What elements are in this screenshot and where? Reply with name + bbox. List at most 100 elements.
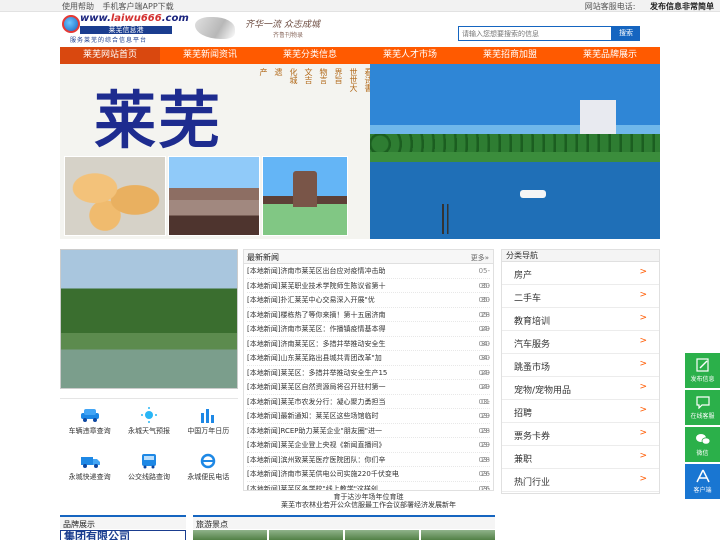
news-heading: 最新新闻 bbox=[247, 253, 279, 262]
scenic-thumb[interactable] bbox=[269, 530, 343, 540]
chevron-right-icon: > bbox=[639, 313, 647, 323]
post-info-button[interactable]: 发布信息 bbox=[685, 353, 720, 388]
search-input[interactable] bbox=[458, 26, 612, 41]
lake-photo bbox=[370, 64, 660, 239]
news-item[interactable]: [本地新闻] 济南市莱芜供电公司实施220千伏变电 03-26 bbox=[247, 467, 490, 490]
news-item[interactable]: [本地新闻] 莱芜企业登上央视《新闻直播间》 03-28 bbox=[247, 438, 490, 464]
help-link[interactable]: 使用帮助 bbox=[62, 2, 94, 11]
news-item[interactable]: [本地新闻] 莱芜职业技术学院师生陈议省第十 05-30 bbox=[247, 279, 490, 304]
chevron-right-icon: > bbox=[639, 336, 647, 346]
news-item[interactable]: [本地新闻] 济南市莱芜区出台应对疫情冲击助 05-30 bbox=[247, 264, 490, 290]
floating-toolbar: 发布信息 在线客服 微信 客户端 bbox=[685, 353, 720, 501]
notice-text: 育于达沙年场年位育琏 莱芜市农林业若开公众信服最工作会议部署经济发展新年 bbox=[281, 493, 456, 509]
scenic-thumb[interactable] bbox=[193, 530, 267, 540]
chevron-right-icon: > bbox=[639, 290, 647, 300]
news-more-link[interactable]: 更多» bbox=[471, 253, 489, 263]
news-item[interactable]: [本地新闻] 莱芜区自然资源局将召开驻村第一 04-01 bbox=[247, 380, 490, 406]
chevron-right-icon: > bbox=[639, 267, 647, 277]
news-item[interactable]: [本地新闻] 最新通知：莱芜区这些场馆临时 03-28 bbox=[247, 409, 490, 435]
scenic-heading: 旅游景点 bbox=[193, 517, 495, 529]
news-item[interactable]: [本地新闻] 扑汇莱芜中心交易深入开展"优 05-28 bbox=[247, 293, 490, 319]
service-phone[interactable]: 永城便民电话 bbox=[179, 445, 238, 491]
pancake-photo bbox=[64, 156, 166, 236]
service-bus[interactable]: 公交线路查询 bbox=[119, 445, 178, 491]
brand-heading: 品牌展示 bbox=[60, 517, 186, 529]
news-item[interactable]: [本地新闻] 济南市莱芜区：作播镇疫情基本得 04-30 bbox=[247, 322, 490, 348]
chevron-right-icon: > bbox=[639, 359, 647, 369]
nav-home[interactable]: 莱芜网站首页 bbox=[60, 47, 160, 64]
chevron-right-icon: > bbox=[639, 474, 647, 484]
nav-jobs[interactable]: 莱芜人才市场 bbox=[360, 47, 460, 64]
scenic-thumbnails bbox=[193, 530, 495, 540]
chevron-right-icon: > bbox=[639, 451, 647, 461]
category-car-service[interactable]: 汽车服务 > bbox=[502, 331, 659, 354]
logo-url: www.laiwu666.com bbox=[80, 13, 189, 24]
nav-franchise[interactable]: 莱芜招商加盟 bbox=[460, 47, 560, 64]
news-item[interactable]: [本地新闻] 滨州致莱芜医疗医院团队：你们辛 03-26 bbox=[247, 453, 490, 478]
service-grid: 车辆违章查询 永城天气预报 中国万年日历 永城快递查询 公交线路查询 永城便民电… bbox=[60, 398, 238, 490]
site-logo[interactable]: www.laiwu666.com 莱芜信息港 服务莱芜的综合信息平台 bbox=[62, 13, 189, 44]
category-pets[interactable]: 宠物/宠物用品 > bbox=[502, 377, 659, 400]
news-item[interactable]: [本地新闻] 楼栋热了等你来摘！第十五届济南 05-29 bbox=[247, 308, 490, 333]
category-part-time[interactable]: 兼职 > bbox=[502, 446, 659, 469]
globe-icon bbox=[62, 15, 80, 33]
chevron-right-icon: > bbox=[639, 382, 647, 392]
top-bar: 使用帮助 手机客户端APP下载 网站客服电话: 发布信息非常简单 bbox=[0, 0, 720, 12]
wechat-icon bbox=[695, 434, 710, 445]
scenic-thumb[interactable] bbox=[345, 530, 419, 540]
nav-classifieds[interactable]: 莱芜分类信息 bbox=[260, 47, 360, 64]
brand-section: 品牌展示 集团有限公司 bbox=[60, 515, 186, 540]
brush-stroke bbox=[195, 17, 235, 39]
service-delivery[interactable]: 永城快递查询 bbox=[60, 445, 119, 491]
post-info-link[interactable]: 发布信息非常简单 bbox=[650, 2, 714, 11]
edit-icon bbox=[695, 358, 709, 372]
nav-brands[interactable]: 莱芜品牌展示 bbox=[560, 47, 660, 64]
delivery-truck-icon bbox=[80, 456, 100, 468]
wechat-button[interactable]: 微信 bbox=[685, 427, 720, 462]
category-house[interactable]: 房产 > bbox=[502, 262, 659, 285]
news-header: 最新新闻 更多» bbox=[244, 250, 493, 264]
news-item[interactable]: [本地新闻] 山东莱芜路出县城共青团改革"加 04-29 bbox=[247, 351, 490, 377]
category-recruit[interactable]: 招聘 > bbox=[502, 400, 659, 423]
news-item[interactable]: [本地新闻] 莱芜市农发分行：凝心聚力勇担当 03-29 bbox=[247, 395, 490, 420]
calligraphy-line1: 齐华一流 众志成城 bbox=[245, 20, 320, 30]
news-item[interactable]: [本地新闻] 莱芜区：多措并举推动安全生产15 04-29 bbox=[247, 366, 490, 391]
scenic-thumb[interactable] bbox=[421, 530, 495, 540]
category-heading: 分类导航 bbox=[502, 250, 659, 262]
weather-icon bbox=[140, 407, 157, 424]
news-item[interactable]: [本地新闻] 济南莱芜区：多措并举推动安全生 04-30 bbox=[247, 337, 490, 362]
brand-banner[interactable]: 集团有限公司 bbox=[60, 530, 186, 540]
category-used-car[interactable]: 二手车 > bbox=[502, 285, 659, 308]
scenic-section: 旅游景点 bbox=[193, 515, 495, 540]
app-client-button[interactable]: 客户端 bbox=[685, 464, 720, 499]
hero-banner[interactable]: 莱芜 看诗書 世世大 界旨 物言 文吉 化城 遗 产 bbox=[60, 64, 660, 239]
lake-scenery-photo[interactable] bbox=[60, 249, 238, 389]
news-item[interactable]: [本地新闻]莱芜区各学校"线上教学"这样创03-25 bbox=[247, 482, 490, 491]
tower-photo bbox=[262, 156, 348, 236]
chevron-right-icon: > bbox=[639, 428, 647, 438]
top-right: 网站客服电话: 发布信息非常简单 bbox=[585, 1, 714, 12]
app-store-icon bbox=[695, 469, 710, 483]
news-item[interactable]: [本地新闻] RCEP助力莱芜企业"朋友圈"进一 03-29 bbox=[247, 424, 490, 449]
search-button[interactable]: 搜索 bbox=[612, 26, 640, 41]
service-traffic-violation[interactable]: 车辆违章查询 bbox=[60, 399, 119, 445]
news-panel: 最新新闻 更多» [本地新闻] 济南市莱芜区出台应对疫情冲击助 05-30 [本地新… bbox=[243, 249, 494, 491]
nav-news[interactable]: 莱芜新闻资讯 bbox=[160, 47, 260, 64]
logo-name: 莱芜信息港 bbox=[80, 26, 172, 34]
header-calligraphy: 齐华一流 众志成城 齐鲁刊物录 bbox=[195, 15, 365, 41]
banner-poem: 看诗書 世世大 界旨 物言 文吉 化城 遗 产 bbox=[259, 68, 373, 92]
calendar-chart-icon bbox=[201, 409, 215, 424]
category-education[interactable]: 教育培训 > bbox=[502, 308, 659, 331]
service-weather[interactable]: 永城天气预报 bbox=[119, 399, 178, 445]
category-nav: 分类导航 房产 > 二手车 > 教育培训 > 汽车服务 > 跳蚤市场 > 宠物/宠物用品 >… bbox=[501, 249, 660, 494]
online-service-button[interactable]: 在线客服 bbox=[685, 390, 720, 425]
app-download-link[interactable]: 手机客户端APP下载 bbox=[103, 2, 174, 11]
logo-slogan: 服务莱芜的综合信息平台 bbox=[70, 37, 148, 44]
car-icon bbox=[80, 409, 99, 423]
park-photo bbox=[168, 156, 260, 236]
category-flea-market[interactable]: 跳蚤市场 > bbox=[502, 354, 659, 377]
top-links: 使用帮助 手机客户端APP下载 bbox=[62, 1, 180, 12]
service-calendar[interactable]: 中国万年日历 bbox=[179, 399, 238, 445]
category-tickets[interactable]: 票务卡券 > bbox=[502, 423, 659, 446]
category-hot-industry[interactable]: 热门行业 > bbox=[502, 469, 659, 492]
